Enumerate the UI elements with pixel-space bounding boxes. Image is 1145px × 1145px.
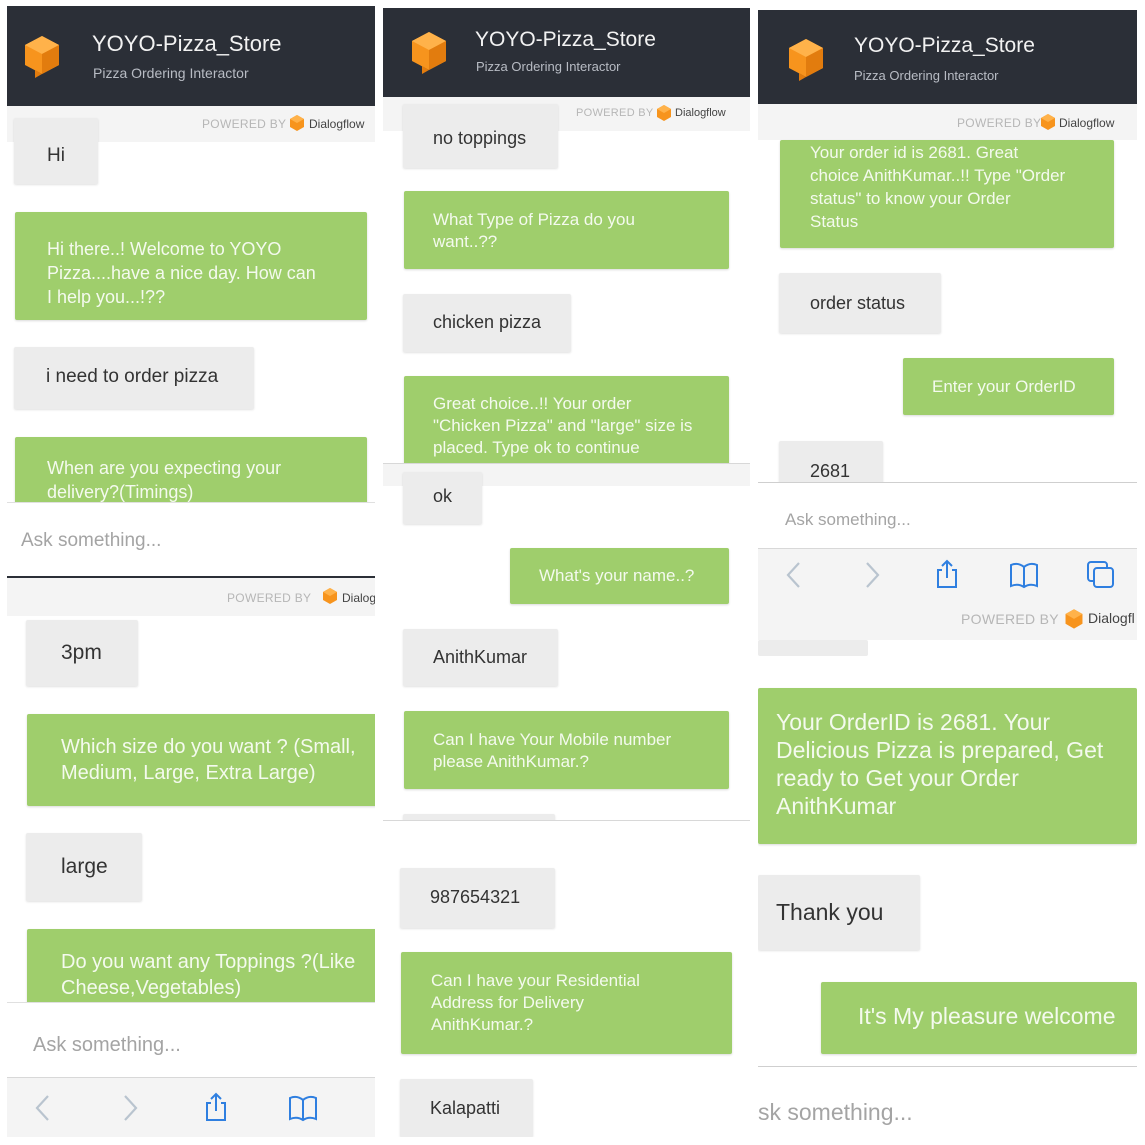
back-chevron-icon[interactable] (780, 560, 810, 590)
input-placeholder: Ask something... (785, 510, 911, 529)
divider (383, 820, 750, 821)
forward-chevron-icon[interactable] (114, 1093, 144, 1123)
share-icon[interactable] (201, 1092, 231, 1122)
bot-message: Great choice..!! Your order "Chicken Piz… (404, 376, 729, 463)
panel-3-top: YOYO-Pizza_Store Pizza Ordering Interact… (758, 10, 1137, 600)
powered-by-bar: POWERED BY Dialog (7, 578, 375, 616)
bot-message: Can I have your Residential Address for … (401, 952, 732, 1054)
message-input[interactable]: Ask something... (7, 502, 375, 576)
bot-message: Do you want any Toppings ?(Like Cheese,V… (27, 929, 375, 1009)
user-message: large (26, 833, 142, 901)
dialogflow-cube-icon (412, 32, 446, 74)
input-placeholder: Ask something... (21, 530, 162, 551)
user-message: Thank you (758, 875, 920, 950)
powered-by-label: POWERED BY (202, 117, 287, 131)
user-message: 3pm (26, 620, 138, 686)
bot-message: Can I have Your Mobile number please Ani… (404, 711, 729, 789)
user-message: Hi (14, 118, 98, 184)
panel-2-bottom: 987654321 Can I have your Residential Ad… (383, 822, 750, 1137)
input-placeholder: sk something... (758, 1099, 913, 1125)
user-message-partial (758, 640, 868, 656)
bot-message: Your order id is 2681. Great choice Anit… (780, 140, 1114, 248)
share-icon[interactable] (932, 559, 962, 589)
dialogflow-logo-icon (323, 588, 337, 604)
powered-by-bar: POWERED BY Dialogflow (758, 104, 1137, 140)
panel-2-mid: ok What's your name..? AnithKumar Can I … (383, 464, 750, 820)
dialogflow-cube-icon (25, 36, 59, 78)
app-title: YOYO-Pizza_Store (92, 31, 282, 56)
bot-message: What Type of Pizza do you want..?? (404, 191, 729, 269)
app-title: YOYO-Pizza_Store (475, 28, 656, 51)
dialogflow-brand: Dialog (342, 591, 375, 605)
powered-by-label: POWERED BY (961, 611, 1059, 627)
panel-3-bottom: POWERED BY Dialogfl Your OrderID is 2681… (758, 600, 1137, 1145)
app-subtitle: Pizza Ordering Interactor (854, 68, 999, 83)
dialogflow-brand: Dialogfl (1088, 610, 1135, 626)
user-message: no toppings (403, 104, 558, 168)
message-input[interactable]: Ask something... (7, 1002, 375, 1078)
powered-by-label: POWERED BY (957, 116, 1042, 130)
panel-1-bottom: POWERED BY Dialog 3pm Which size do you … (7, 578, 375, 1137)
dialogflow-logo-icon (1065, 609, 1083, 629)
message-input[interactable]: Ask something... (758, 482, 1137, 548)
user-message: i need to order pizza (14, 347, 254, 409)
forward-chevron-icon[interactable] (856, 560, 886, 590)
user-message: order status (779, 273, 941, 333)
input-placeholder: Ask something... (33, 1034, 181, 1056)
browser-toolbar (758, 548, 1137, 600)
app-header: YOYO-Pizza_Store Pizza Ordering Interact… (7, 6, 375, 106)
bot-message: It's My pleasure welcome (821, 982, 1137, 1054)
back-chevron-icon[interactable] (29, 1093, 59, 1123)
dialogflow-brand: Dialogflow (309, 117, 365, 131)
user-message: ok (403, 472, 482, 524)
powered-by-bar: POWERED BY Dialogfl (758, 600, 1137, 640)
dialogflow-brand: Dialogflow (1059, 116, 1115, 130)
app-header: YOYO-Pizza_Store Pizza Ordering Interact… (383, 8, 750, 97)
powered-by-label: POWERED BY (227, 591, 312, 605)
app-subtitle: Pizza Ordering Interactor (476, 59, 621, 74)
dialogflow-logo-icon (290, 115, 304, 131)
powered-by-label: POWERED BY (576, 107, 654, 119)
bot-message: Which size do you want ? (Small, Medium,… (27, 714, 375, 806)
bot-message: Hi there..! Welcome to YOYO Pizza....hav… (15, 212, 367, 320)
tabs-icon[interactable] (1086, 560, 1116, 590)
bot-message: What's your name..? (510, 548, 729, 604)
app-subtitle: Pizza Ordering Interactor (93, 65, 249, 81)
dialogflow-cube-icon (789, 39, 823, 81)
dialogflow-brand: Dialogflow (675, 107, 726, 119)
user-message: AnithKumar (403, 629, 558, 686)
dialogflow-logo-icon (657, 105, 671, 121)
bot-message: Your OrderID is 2681. Your Delicious Piz… (758, 688, 1137, 844)
browser-toolbar (7, 1077, 375, 1137)
dialogflow-logo-icon (1041, 114, 1055, 130)
bot-message: Enter your OrderID (903, 358, 1114, 415)
panel-1-top: YOYO-Pizza_Store Pizza Ordering Interact… (7, 6, 375, 576)
app-header: YOYO-Pizza_Store Pizza Ordering Interact… (758, 10, 1137, 104)
message-input[interactable]: sk something... (758, 1067, 1137, 1145)
bookmarks-icon[interactable] (288, 1093, 318, 1123)
bookmarks-icon[interactable] (1009, 560, 1039, 590)
panel-2-top: YOYO-Pizza_Store Pizza Ordering Interact… (383, 8, 750, 463)
user-message: Kalapatti (400, 1079, 533, 1137)
user-message: 987654321 (400, 868, 555, 928)
user-message: chicken pizza (403, 294, 571, 352)
app-title: YOYO-Pizza_Store (854, 34, 1035, 57)
